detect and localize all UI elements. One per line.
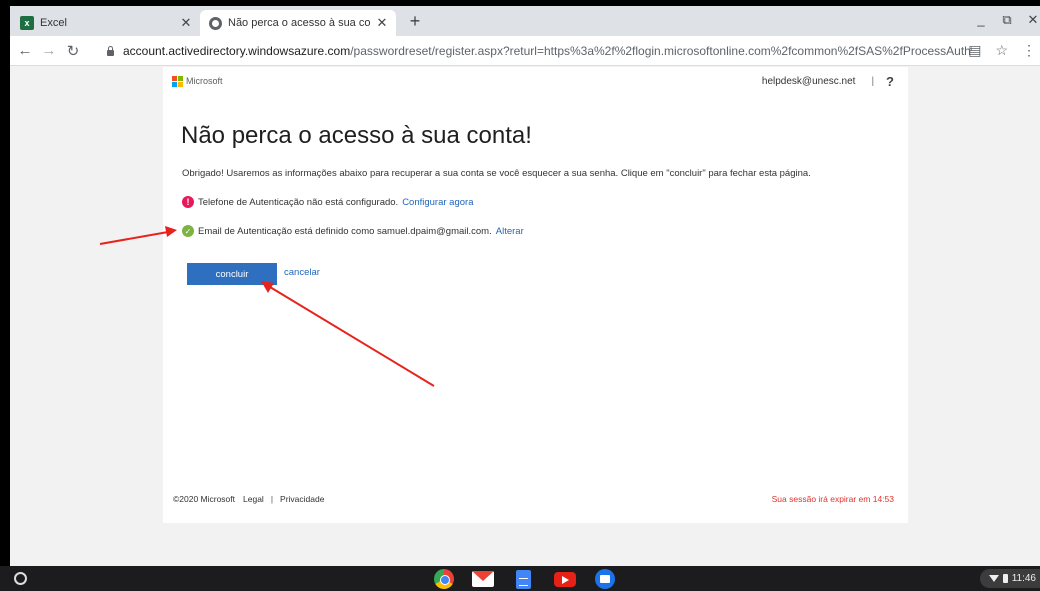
cancel-link[interactable]: cancelar (284, 267, 320, 278)
docs-icon[interactable] (516, 570, 531, 589)
header-right: helpdesk@unesc.net | ? (762, 74, 894, 89)
content-card: Microsoft helpdesk@unesc.net | ? Não per… (163, 67, 908, 523)
excel-icon: x (20, 16, 34, 30)
tab-title: Excel (40, 17, 67, 29)
card-header: Microsoft helpdesk@unesc.net | ? (163, 67, 908, 95)
phone-status-row: ! Telefone de Autenticação não está conf… (182, 196, 473, 208)
close-tab-icon[interactable]: ✕ (180, 15, 192, 31)
session-expiry-text: Sua sessão irá expirar em 14:53 (771, 494, 894, 504)
finish-button[interactable]: concluir (187, 263, 277, 285)
phone-status-text: Telefone de Autenticação não está config… (198, 196, 399, 208)
minimize-button[interactable]: _ (974, 12, 988, 28)
intro-text: Obrigado! Usaremos as informações abaixo… (182, 168, 811, 179)
window-controls: _ ⧉ ✕ (974, 12, 1040, 28)
close-tab-icon[interactable]: ✕ (376, 15, 388, 31)
address-bar[interactable]: account.activedirectory.windowsazure.com… (106, 40, 972, 62)
toolbar-actions: ▤ ☆ ⋮ (968, 42, 1036, 59)
files-icon[interactable] (595, 569, 615, 589)
change-email-link[interactable]: Alterar (496, 226, 524, 237)
wifi-icon (988, 575, 999, 582)
status-tray[interactable]: 11:46 (980, 569, 1040, 588)
copyright-text: ©2020 Microsoft (173, 494, 236, 504)
close-window-button[interactable]: ✕ (1026, 12, 1040, 28)
footer-separator: | (270, 494, 274, 504)
browser-window: x Excel ✕ Não perca o acesso à sua conta… (10, 6, 1040, 566)
checkmark-icon: ✓ (182, 225, 194, 237)
menu-icon[interactable]: ⋮ (1022, 42, 1036, 59)
back-arrow-icon[interactable]: ← (16, 42, 34, 59)
help-icon[interactable]: ? (886, 74, 894, 89)
translate-icon[interactable]: ▤ (968, 42, 981, 59)
tab-password-reset[interactable]: Não perca o acesso à sua conta ✕ (200, 10, 396, 36)
page-viewport: Microsoft helpdesk@unesc.net | ? Não per… (10, 67, 1040, 566)
os-shelf: 11:46 (0, 566, 1040, 591)
new-tab-button[interactable]: + (405, 11, 425, 32)
url-host: account.activedirectory.windowsazure.com (123, 44, 351, 58)
card-footer: ©2020 Microsoft Legal | Privacidade Sua … (163, 489, 908, 509)
chrome-icon[interactable] (434, 569, 454, 589)
email-status-text: Email de Autenticação está definido como… (198, 225, 492, 237)
microsoft-logo-icon (172, 75, 183, 87)
globe-icon (208, 16, 222, 30)
tab-excel[interactable]: x Excel ✕ (12, 10, 200, 36)
brand-name: Microsoft (186, 76, 223, 86)
lock-icon (106, 46, 115, 56)
reload-icon[interactable]: ↻ (64, 42, 82, 60)
tab-strip: x Excel ✕ Não perca o acesso à sua conta… (10, 6, 1040, 36)
launcher-icon[interactable] (14, 572, 27, 585)
gmail-icon[interactable] (472, 571, 494, 587)
battery-icon (1002, 574, 1008, 583)
header-separator: | (871, 76, 875, 87)
configure-now-link[interactable]: Configurar agora (402, 197, 473, 208)
legal-link[interactable]: Legal (243, 494, 264, 504)
page-title: Não perca o acesso à sua conta! (181, 122, 532, 149)
restore-button[interactable]: ⧉ (1000, 12, 1014, 28)
browser-toolbar: ← → ↻ account.activedirectory.windowsazu… (10, 36, 1040, 66)
email-status-row: ✓ Email de Autenticação está definido co… (182, 225, 524, 237)
url-path: /passwordreset/register.aspx?returl=http… (350, 44, 972, 58)
alert-icon: ! (182, 196, 194, 208)
youtube-icon[interactable] (554, 572, 576, 587)
clock: 11:46 (1011, 573, 1036, 584)
bookmark-star-icon[interactable]: ☆ (995, 42, 1008, 59)
forward-arrow-icon[interactable]: → (40, 42, 58, 59)
privacy-link[interactable]: Privacidade (280, 494, 324, 504)
account-email: helpdesk@unesc.net (761, 76, 856, 87)
tab-title: Não perca o acesso à sua conta (228, 17, 370, 29)
